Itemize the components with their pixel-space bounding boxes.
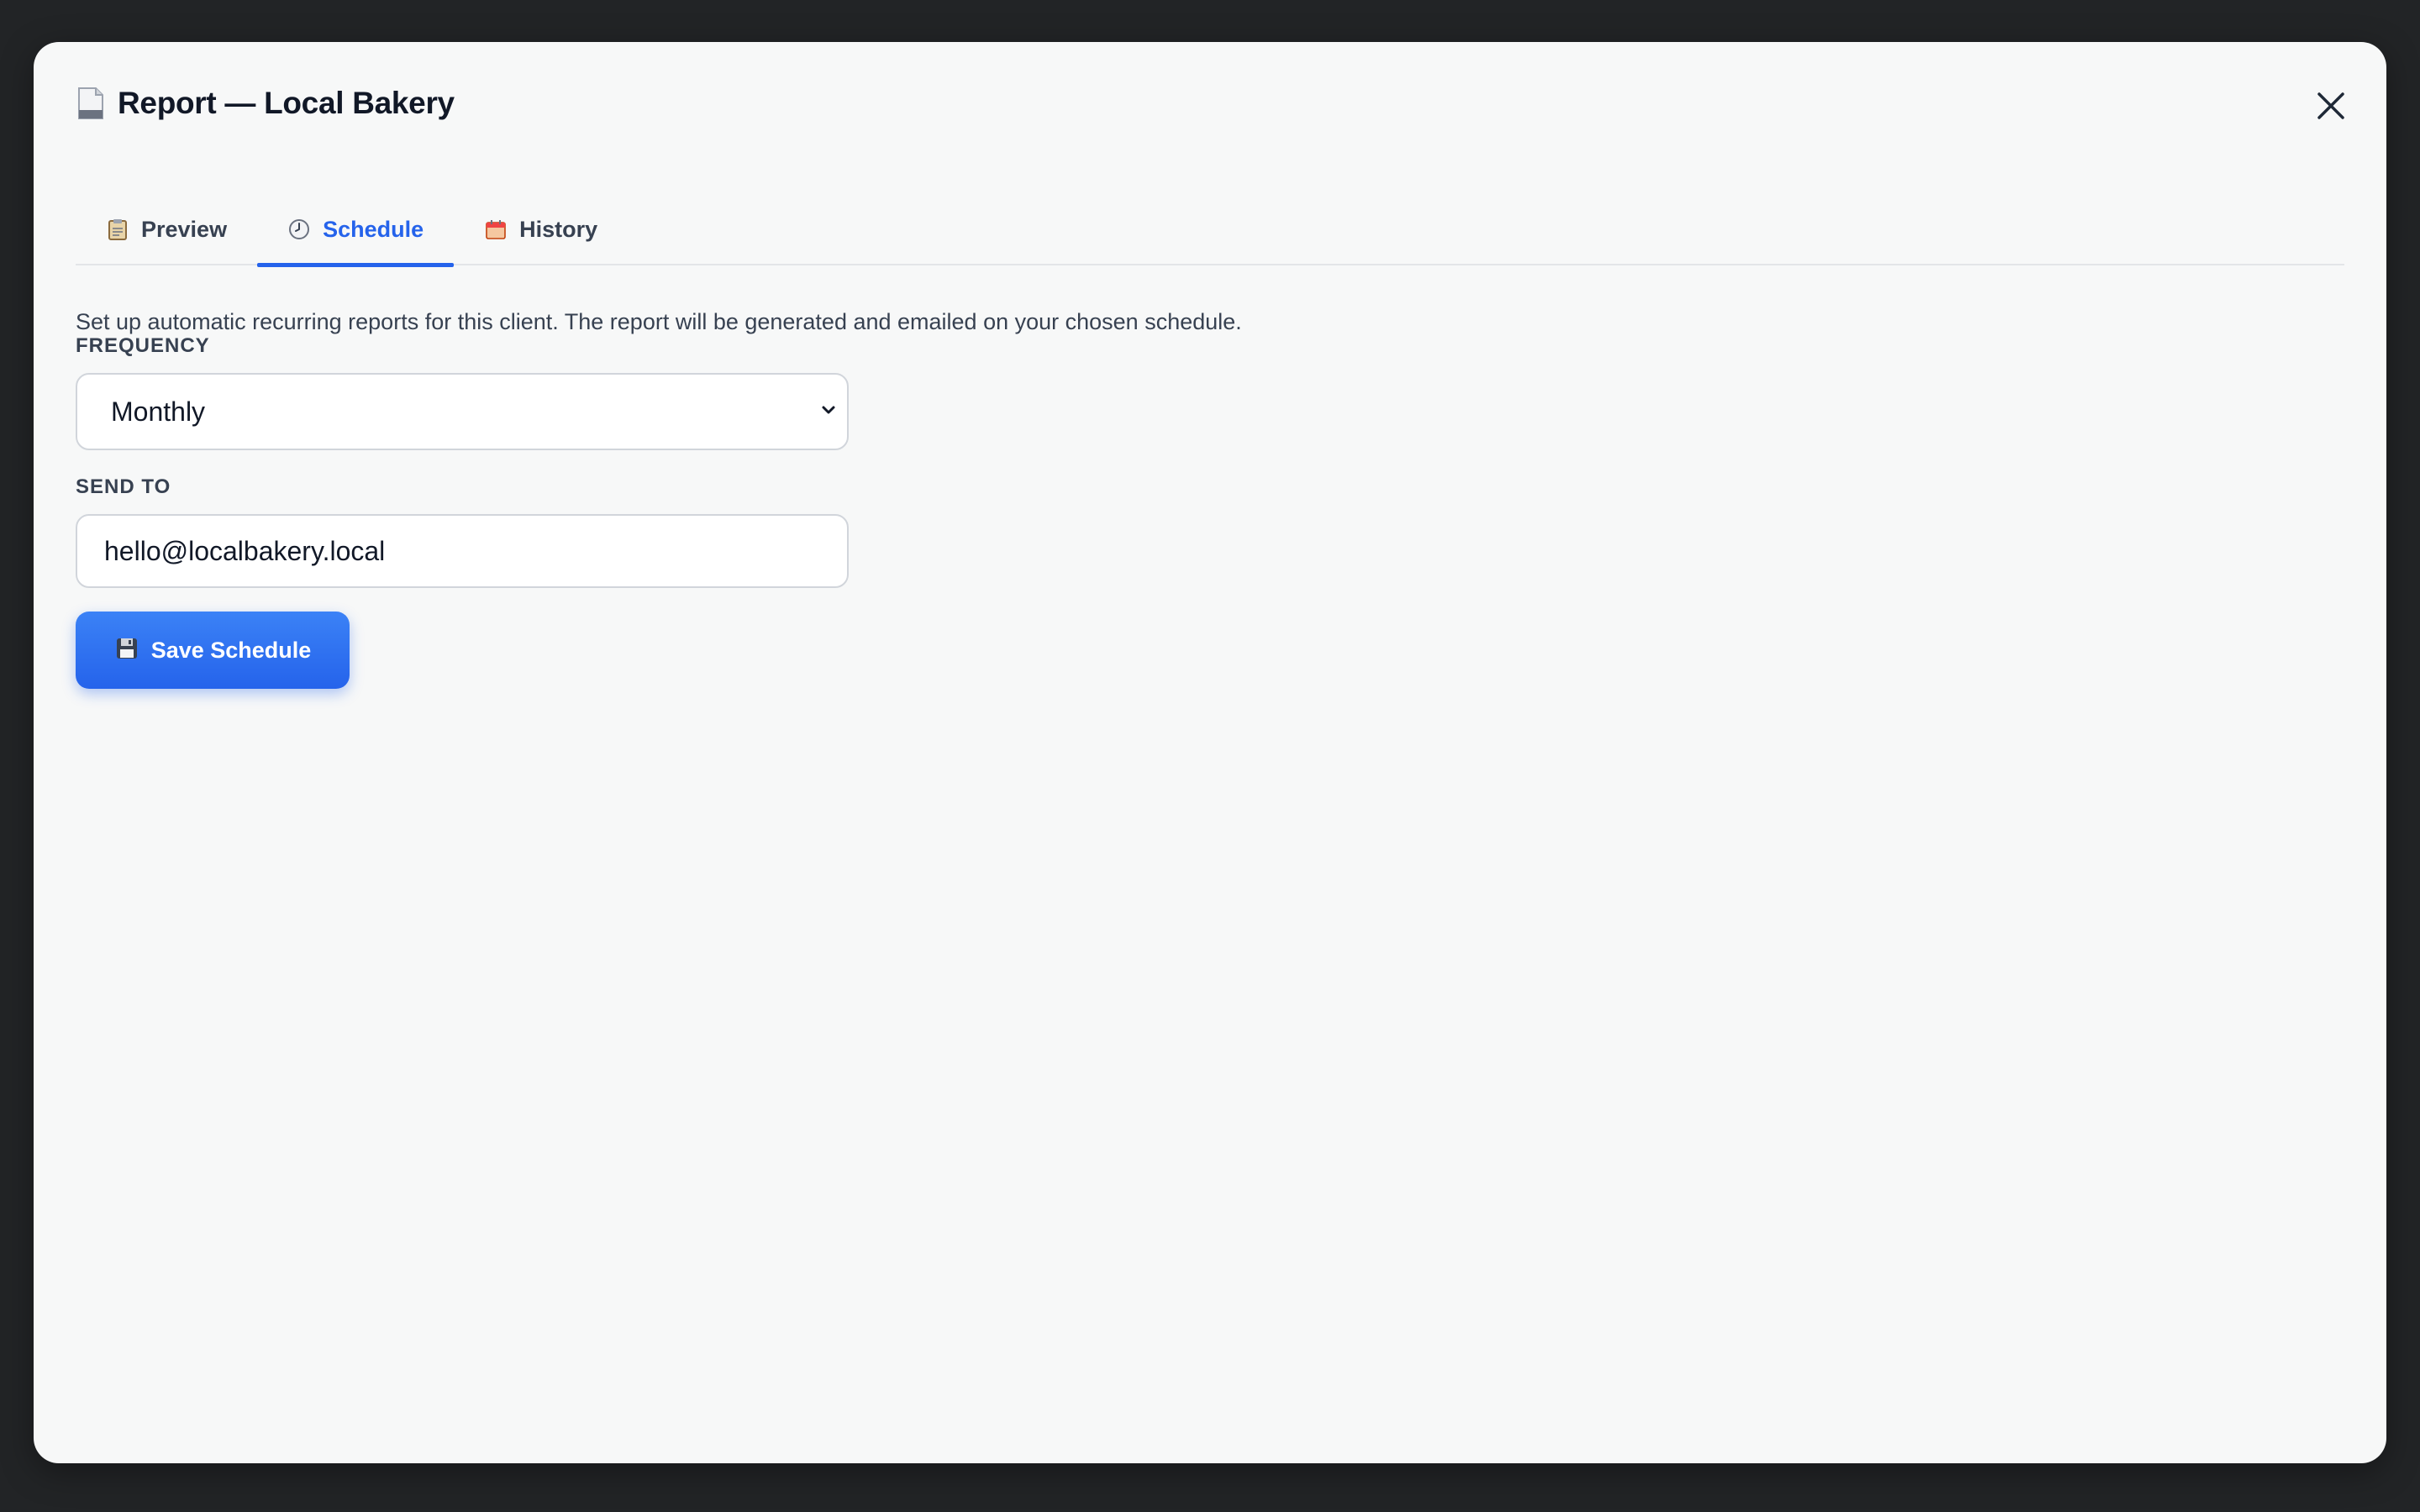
report-modal: Report — Local Bakery Preview Schedule H… xyxy=(34,42,2386,1463)
tab-label: Preview xyxy=(141,216,228,242)
clipboard-icon xyxy=(106,218,129,241)
chevron-down-icon xyxy=(817,398,840,426)
tab-label: Schedule xyxy=(323,216,424,242)
modal-header: Report — Local Bakery xyxy=(76,86,455,121)
tab-history[interactable]: History xyxy=(454,193,628,265)
tab-schedule[interactable]: Schedule xyxy=(257,193,455,267)
tab-label: History xyxy=(519,216,598,242)
floppy-disk-icon xyxy=(114,636,139,665)
frequency-label: FREQUENCY xyxy=(76,334,210,357)
modal-title: Report — Local Bakery xyxy=(118,86,455,120)
close-button[interactable] xyxy=(2309,84,2353,128)
clock-icon xyxy=(287,218,311,241)
close-icon xyxy=(2317,92,2344,119)
tab-bar: Preview Schedule History xyxy=(76,193,2344,267)
document-icon xyxy=(76,87,106,120)
schedule-description: Set up automatic recurring reports for t… xyxy=(76,309,1242,334)
send-to-input[interactable]: hello@localbakery.local xyxy=(76,514,849,588)
save-schedule-button[interactable]: Save Schedule xyxy=(76,612,350,689)
tab-preview[interactable]: Preview xyxy=(76,193,257,265)
send-to-label: SEND TO xyxy=(76,475,171,498)
save-button-label: Save Schedule xyxy=(150,637,312,663)
send-to-value: hello@localbakery.local xyxy=(104,535,386,566)
calendar-icon xyxy=(484,218,508,241)
frequency-select[interactable]: Monthly xyxy=(76,373,849,450)
frequency-value: Monthly xyxy=(111,396,206,427)
